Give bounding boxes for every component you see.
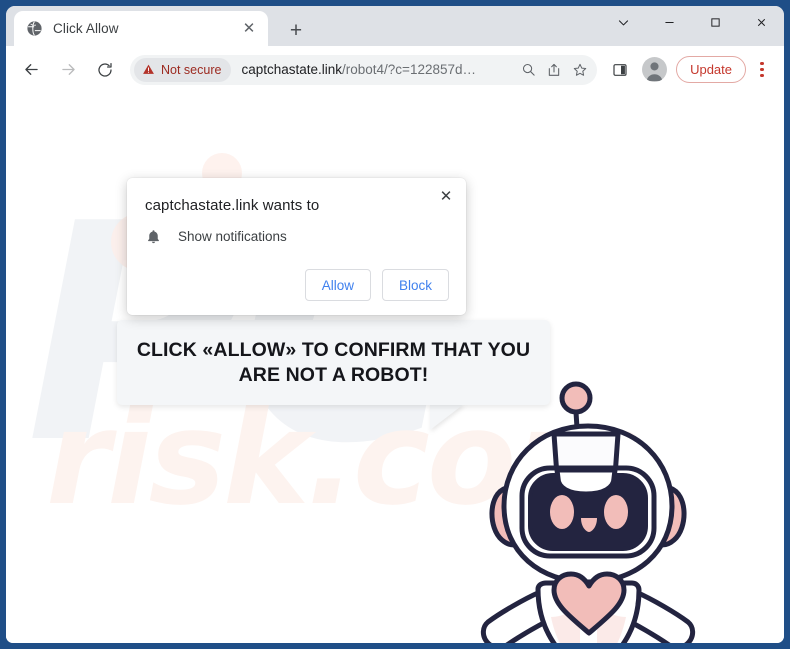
speech-bubble-tail (430, 404, 464, 430)
not-secure-label: Not secure (161, 62, 222, 77)
window-controls (600, 6, 784, 46)
back-arrow-icon[interactable] (16, 55, 46, 85)
dialog-actions: Allow Block (304, 269, 449, 301)
minimize-icon[interactable] (646, 6, 692, 38)
zoom-magnifier-icon[interactable] (515, 57, 541, 83)
globe-icon (27, 21, 42, 36)
forward-arrow-icon[interactable] (53, 55, 83, 85)
notification-permission-dialog: ✕ captchastate.link wants to Show notifi… (127, 178, 466, 315)
allow-button[interactable]: Allow (304, 269, 371, 301)
address-bar[interactable]: Not secure captchastate.link/robot4/?c=1… (130, 54, 598, 85)
bell-icon (148, 230, 159, 244)
tab-close-icon[interactable]: ✕ (238, 18, 260, 40)
side-panel-icon[interactable] (605, 55, 635, 85)
tab-title: Click Allow (53, 21, 119, 36)
browser-window: Click Allow ✕ + Not secure captchastate.… (6, 6, 784, 643)
dialog-close-icon[interactable]: ✕ (434, 184, 458, 208)
url-domain: captchastate.link (241, 62, 343, 77)
browser-window-frame: Click Allow ✕ + Not secure captchastate.… (0, 0, 790, 649)
robot-mascot-illustration (476, 370, 706, 643)
warning-triangle-icon (143, 64, 154, 74)
permission-label: Show notifications (178, 229, 287, 244)
url-path: /robot4/?c=122857d… (342, 62, 476, 77)
share-icon[interactable] (541, 57, 567, 83)
dialog-title: captchastate.link wants to (145, 197, 320, 214)
update-button[interactable]: Update (676, 56, 746, 83)
maximize-icon[interactable] (692, 6, 738, 38)
browser-toolbar: Not secure captchastate.link/robot4/?c=1… (6, 46, 784, 93)
bookmark-star-icon[interactable] (567, 57, 593, 83)
tab-strip: Click Allow ✕ + (6, 6, 784, 46)
new-tab-button[interactable]: + (282, 16, 310, 44)
page-viewport: PC risk.com CLICK «ALLOW» TO CONFIRM THA… (6, 93, 784, 643)
profile-avatar[interactable] (642, 57, 668, 82)
permission-row: Show notifications (145, 228, 287, 245)
not-secure-badge[interactable]: Not secure (134, 57, 232, 82)
close-icon[interactable] (738, 6, 784, 38)
block-button[interactable]: Block (381, 269, 449, 301)
tab-search-chevron-down-icon[interactable] (600, 6, 646, 38)
url-field[interactable]: captchastate.link/robot4/?c=122857d… (231, 62, 515, 77)
url-text: captchastate.link/robot4/?c=122857d… (241, 62, 476, 77)
browser-tab[interactable]: Click Allow ✕ (14, 11, 268, 46)
three-dot-menu-icon[interactable] (748, 56, 776, 84)
reload-icon[interactable] (90, 55, 120, 85)
